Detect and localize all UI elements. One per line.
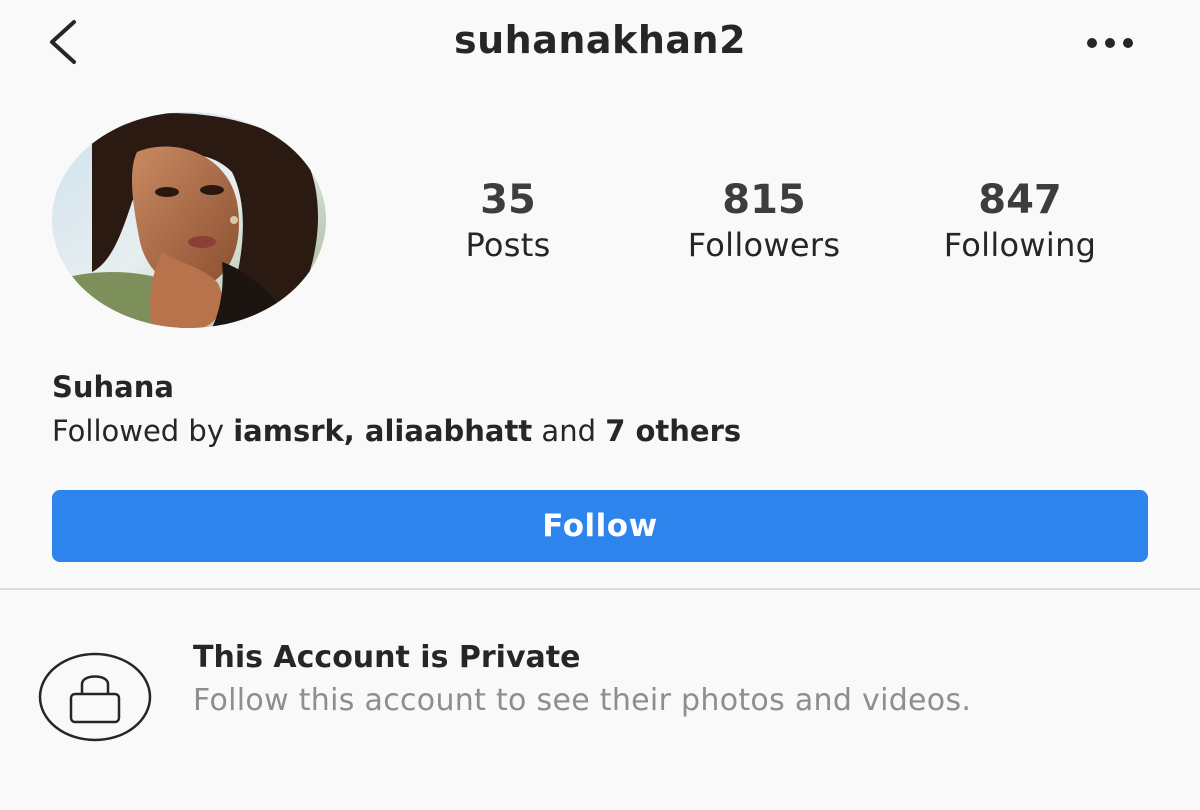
more-options-button[interactable]	[1080, 26, 1140, 60]
lock-icon	[38, 652, 152, 742]
display-name: Suhana	[52, 370, 174, 404]
following-label: Following	[943, 226, 1097, 264]
followers-label: Followers	[687, 226, 841, 264]
private-account-title: This Account is Private	[193, 640, 581, 675]
followers-stat[interactable]: 815 Followers	[654, 176, 874, 266]
followed-by-and: and	[532, 414, 606, 448]
page-title: suhanakhan2	[453, 18, 747, 62]
more-horizontal-icon	[1087, 38, 1133, 48]
following-count: 847	[978, 177, 1062, 223]
followed-by-names[interactable]: iamsrk, aliaabhatt	[233, 414, 532, 448]
posts-count: 35	[480, 177, 536, 223]
followers-count: 815	[722, 177, 806, 223]
following-stat[interactable]: 847 Following	[910, 176, 1130, 266]
avatar[interactable]	[52, 112, 326, 328]
private-lock-badge	[38, 652, 152, 742]
top-nav-bar: suhanakhan2	[0, 0, 1200, 90]
followed-by-text[interactable]: Followed by iamsrk, aliaabhatt and 7 oth…	[52, 414, 741, 448]
followed-by-others[interactable]: 7 others	[605, 414, 741, 448]
followed-by-prefix: Followed by	[52, 414, 234, 448]
posts-stat[interactable]: 35 Posts	[398, 176, 618, 266]
profile-photo	[52, 112, 326, 328]
profile-screen: suhanakhan2 35 Posts 815 Followers 847 F…	[0, 0, 1200, 810]
posts-label: Posts	[465, 226, 551, 264]
follow-button[interactable]: Follow	[52, 490, 1148, 562]
private-account-text: Follow this account to see their photos …	[193, 683, 972, 718]
divider	[0, 588, 1200, 590]
